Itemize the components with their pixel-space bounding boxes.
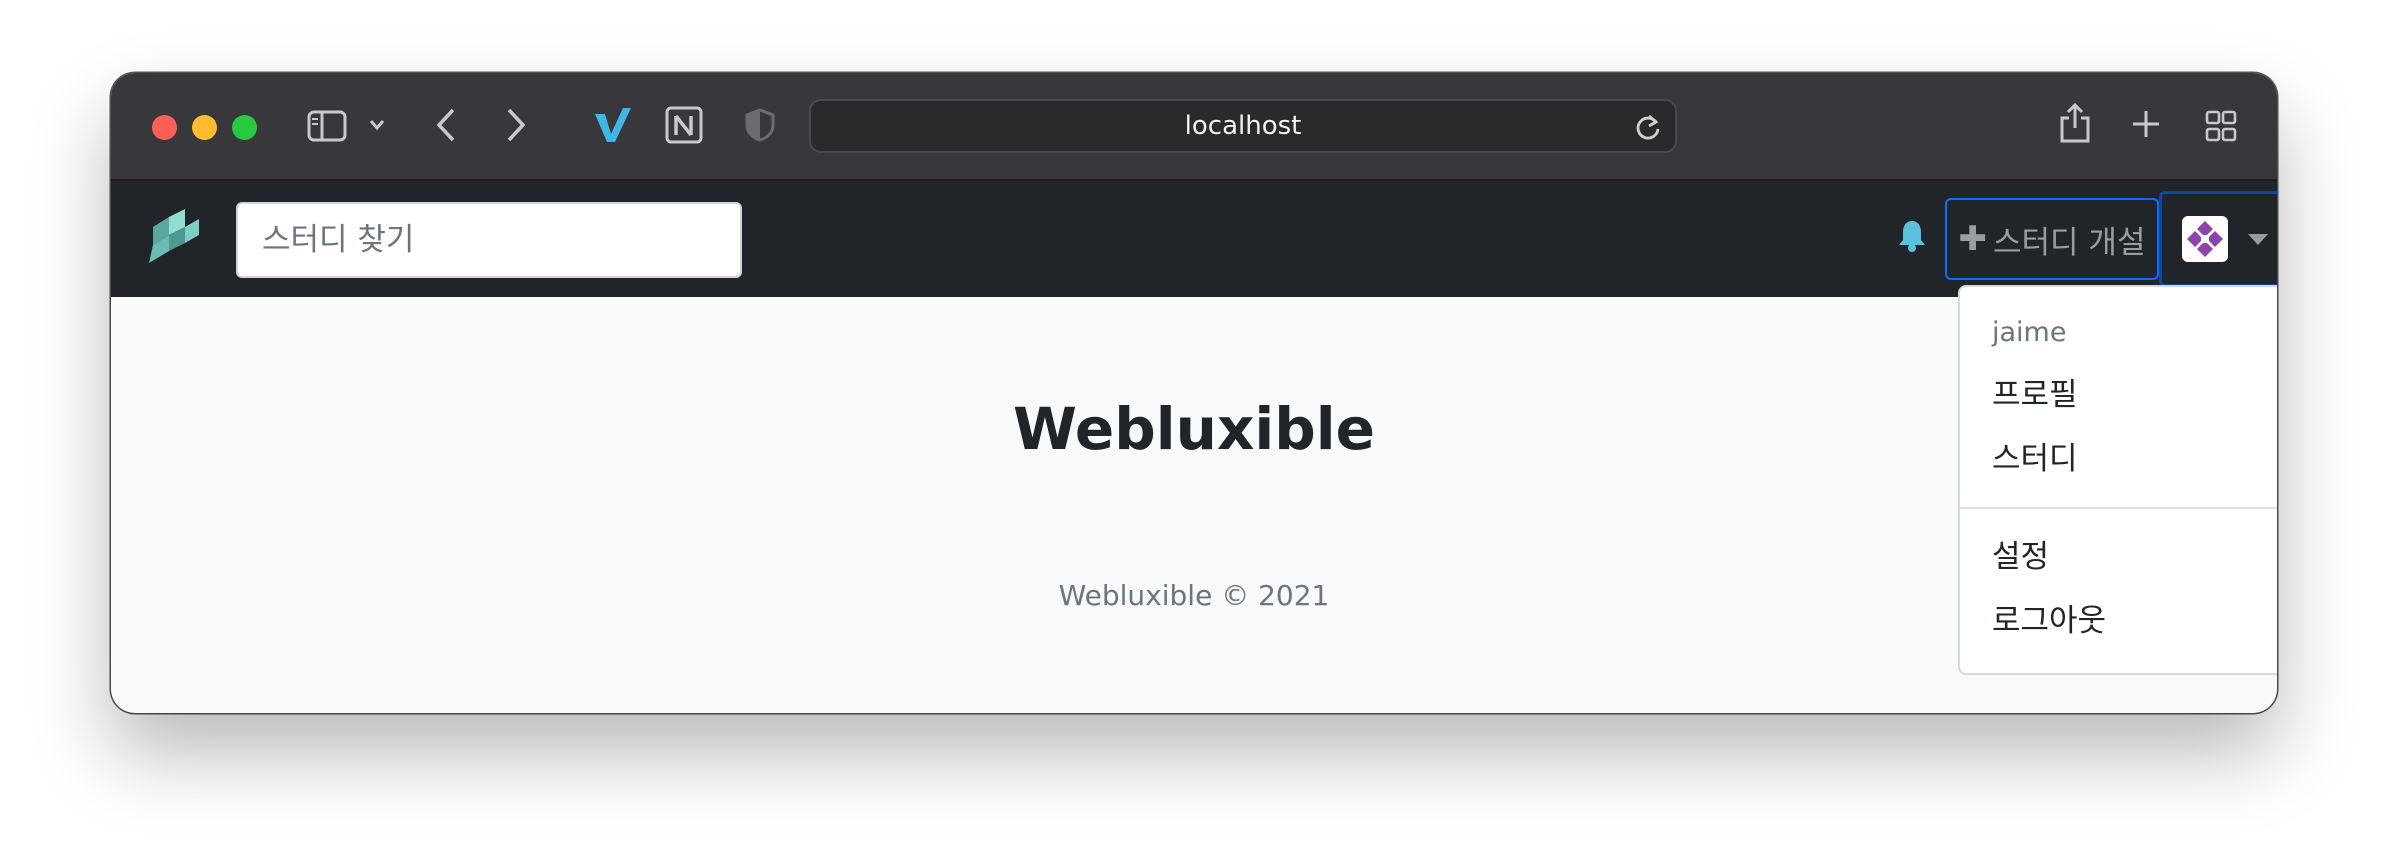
forward-icon[interactable] <box>506 107 526 143</box>
browser-toolbar: localhost <box>111 73 2277 181</box>
dropdown-item-study[interactable]: 스터디 <box>1960 427 2277 491</box>
tab-overview-icon[interactable] <box>2205 110 2237 142</box>
privacy-shield-icon[interactable] <box>745 108 775 142</box>
url-text: localhost <box>1184 111 1302 141</box>
create-study-button[interactable]: ✚ 스터디 개설 <box>1945 198 2159 280</box>
reload-icon[interactable] <box>1635 113 1661 148</box>
page-title: Webluxible <box>1013 395 1375 463</box>
browser-window: localhost ✚ <box>111 73 2277 713</box>
study-search-input[interactable] <box>236 202 742 278</box>
dropdown-item-settings[interactable]: 설정 <box>1960 525 2277 589</box>
caret-down-icon <box>2248 233 2268 245</box>
address-bar[interactable]: localhost <box>809 99 1677 153</box>
site-navbar: ✚ 스터디 개설 <box>111 181 2277 297</box>
notification-bell-icon[interactable] <box>1897 219 1927 257</box>
plus-icon: ✚ <box>1958 219 1988 259</box>
sidebar-icon[interactable] <box>307 110 347 142</box>
close-window-button[interactable] <box>152 115 177 140</box>
dropdown-username: jaime <box>1992 317 2067 348</box>
user-dropdown-menu: jaime 프로필 스터디 설정 로그아웃 <box>1958 285 2277 675</box>
site-logo-icon[interactable] <box>145 207 201 271</box>
dropdown-item-logout[interactable]: 로그아웃 <box>1960 589 2277 653</box>
main-content: Webluxible Webluxible © 2021 <box>111 297 2277 713</box>
vimeo-extension-icon[interactable] <box>593 106 633 144</box>
chevron-down-icon[interactable] <box>369 119 385 131</box>
dropdown-divider <box>1960 507 2277 509</box>
user-avatar <box>2182 216 2228 262</box>
user-menu-toggle[interactable] <box>2159 191 2277 287</box>
notion-extension-icon[interactable] <box>664 105 704 145</box>
dropdown-item-profile[interactable]: 프로필 <box>1960 363 2277 427</box>
page-footer: Webluxible © 2021 <box>1058 579 1330 612</box>
zoom-window-button[interactable] <box>232 115 257 140</box>
back-icon[interactable] <box>436 107 456 143</box>
new-tab-icon[interactable] <box>2131 109 2161 139</box>
share-icon[interactable] <box>2059 102 2091 144</box>
minimize-window-button[interactable] <box>192 115 217 140</box>
create-study-label: 스터디 개설 <box>1993 224 2146 261</box>
